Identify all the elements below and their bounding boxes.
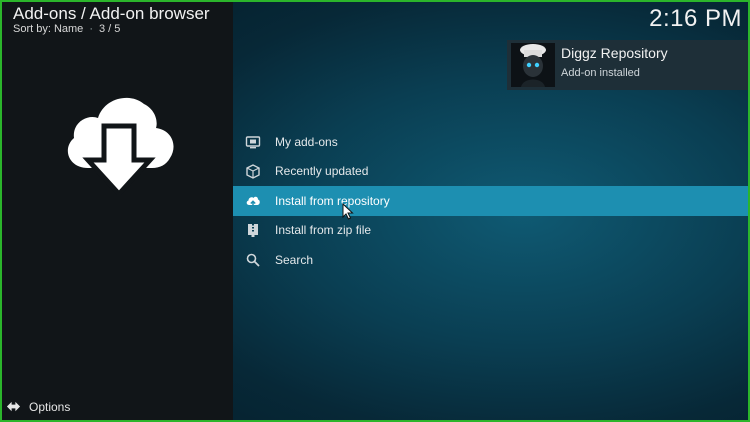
- options-label: Options: [29, 399, 71, 414]
- zip-file-icon: [245, 222, 261, 238]
- package-icon: [245, 163, 261, 180]
- separator: ·: [89, 23, 93, 35]
- menu-item-install-from-repository[interactable]: Install from repository: [233, 186, 748, 216]
- monitor-box-icon: [245, 134, 261, 150]
- chef-avatar-icon: [511, 43, 555, 87]
- notification-toast: Diggz Repository Add-on installed: [507, 40, 748, 90]
- clock: 2:16 PM: [649, 5, 742, 32]
- addon-menu: My add-ons Recently updated Install from…: [233, 127, 748, 275]
- menu-item-label: Recently updated: [275, 164, 369, 179]
- position-counter: 3 / 5: [98, 23, 121, 35]
- menu-item-label: Install from repository: [275, 193, 390, 208]
- search-icon: [245, 252, 261, 268]
- menu-item-label: My add-ons: [275, 134, 338, 149]
- notification-title: Diggz Repository: [561, 45, 668, 61]
- sort-info: Sort by: Name · 3 / 5: [13, 23, 120, 35]
- left-panel: [2, 2, 233, 420]
- options-arrows-icon: [6, 401, 21, 412]
- menu-item-label: Install from zip file: [275, 223, 372, 238]
- page-title: Add-ons / Add-on browser: [13, 4, 210, 23]
- cloud-download-icon: [67, 97, 174, 196]
- menu-item-recently-updated[interactable]: Recently updated: [233, 157, 748, 187]
- sort-label: Sort by: Name: [13, 23, 84, 35]
- menu-item-install-from-zip[interactable]: Install from zip file: [233, 216, 748, 246]
- menu-item-label: Search: [275, 252, 314, 267]
- cloud-upload-icon: [245, 193, 261, 209]
- menu-item-my-addons[interactable]: My add-ons: [233, 127, 748, 157]
- kodi-window: Add-ons / Add-on browser Sort by: Name · 3…: [2, 2, 748, 420]
- mouse-cursor-icon: [342, 203, 354, 220]
- notification-message: Add-on installed: [561, 67, 640, 79]
- options-button[interactable]: Options: [6, 399, 70, 414]
- menu-item-search[interactable]: Search: [233, 245, 748, 275]
